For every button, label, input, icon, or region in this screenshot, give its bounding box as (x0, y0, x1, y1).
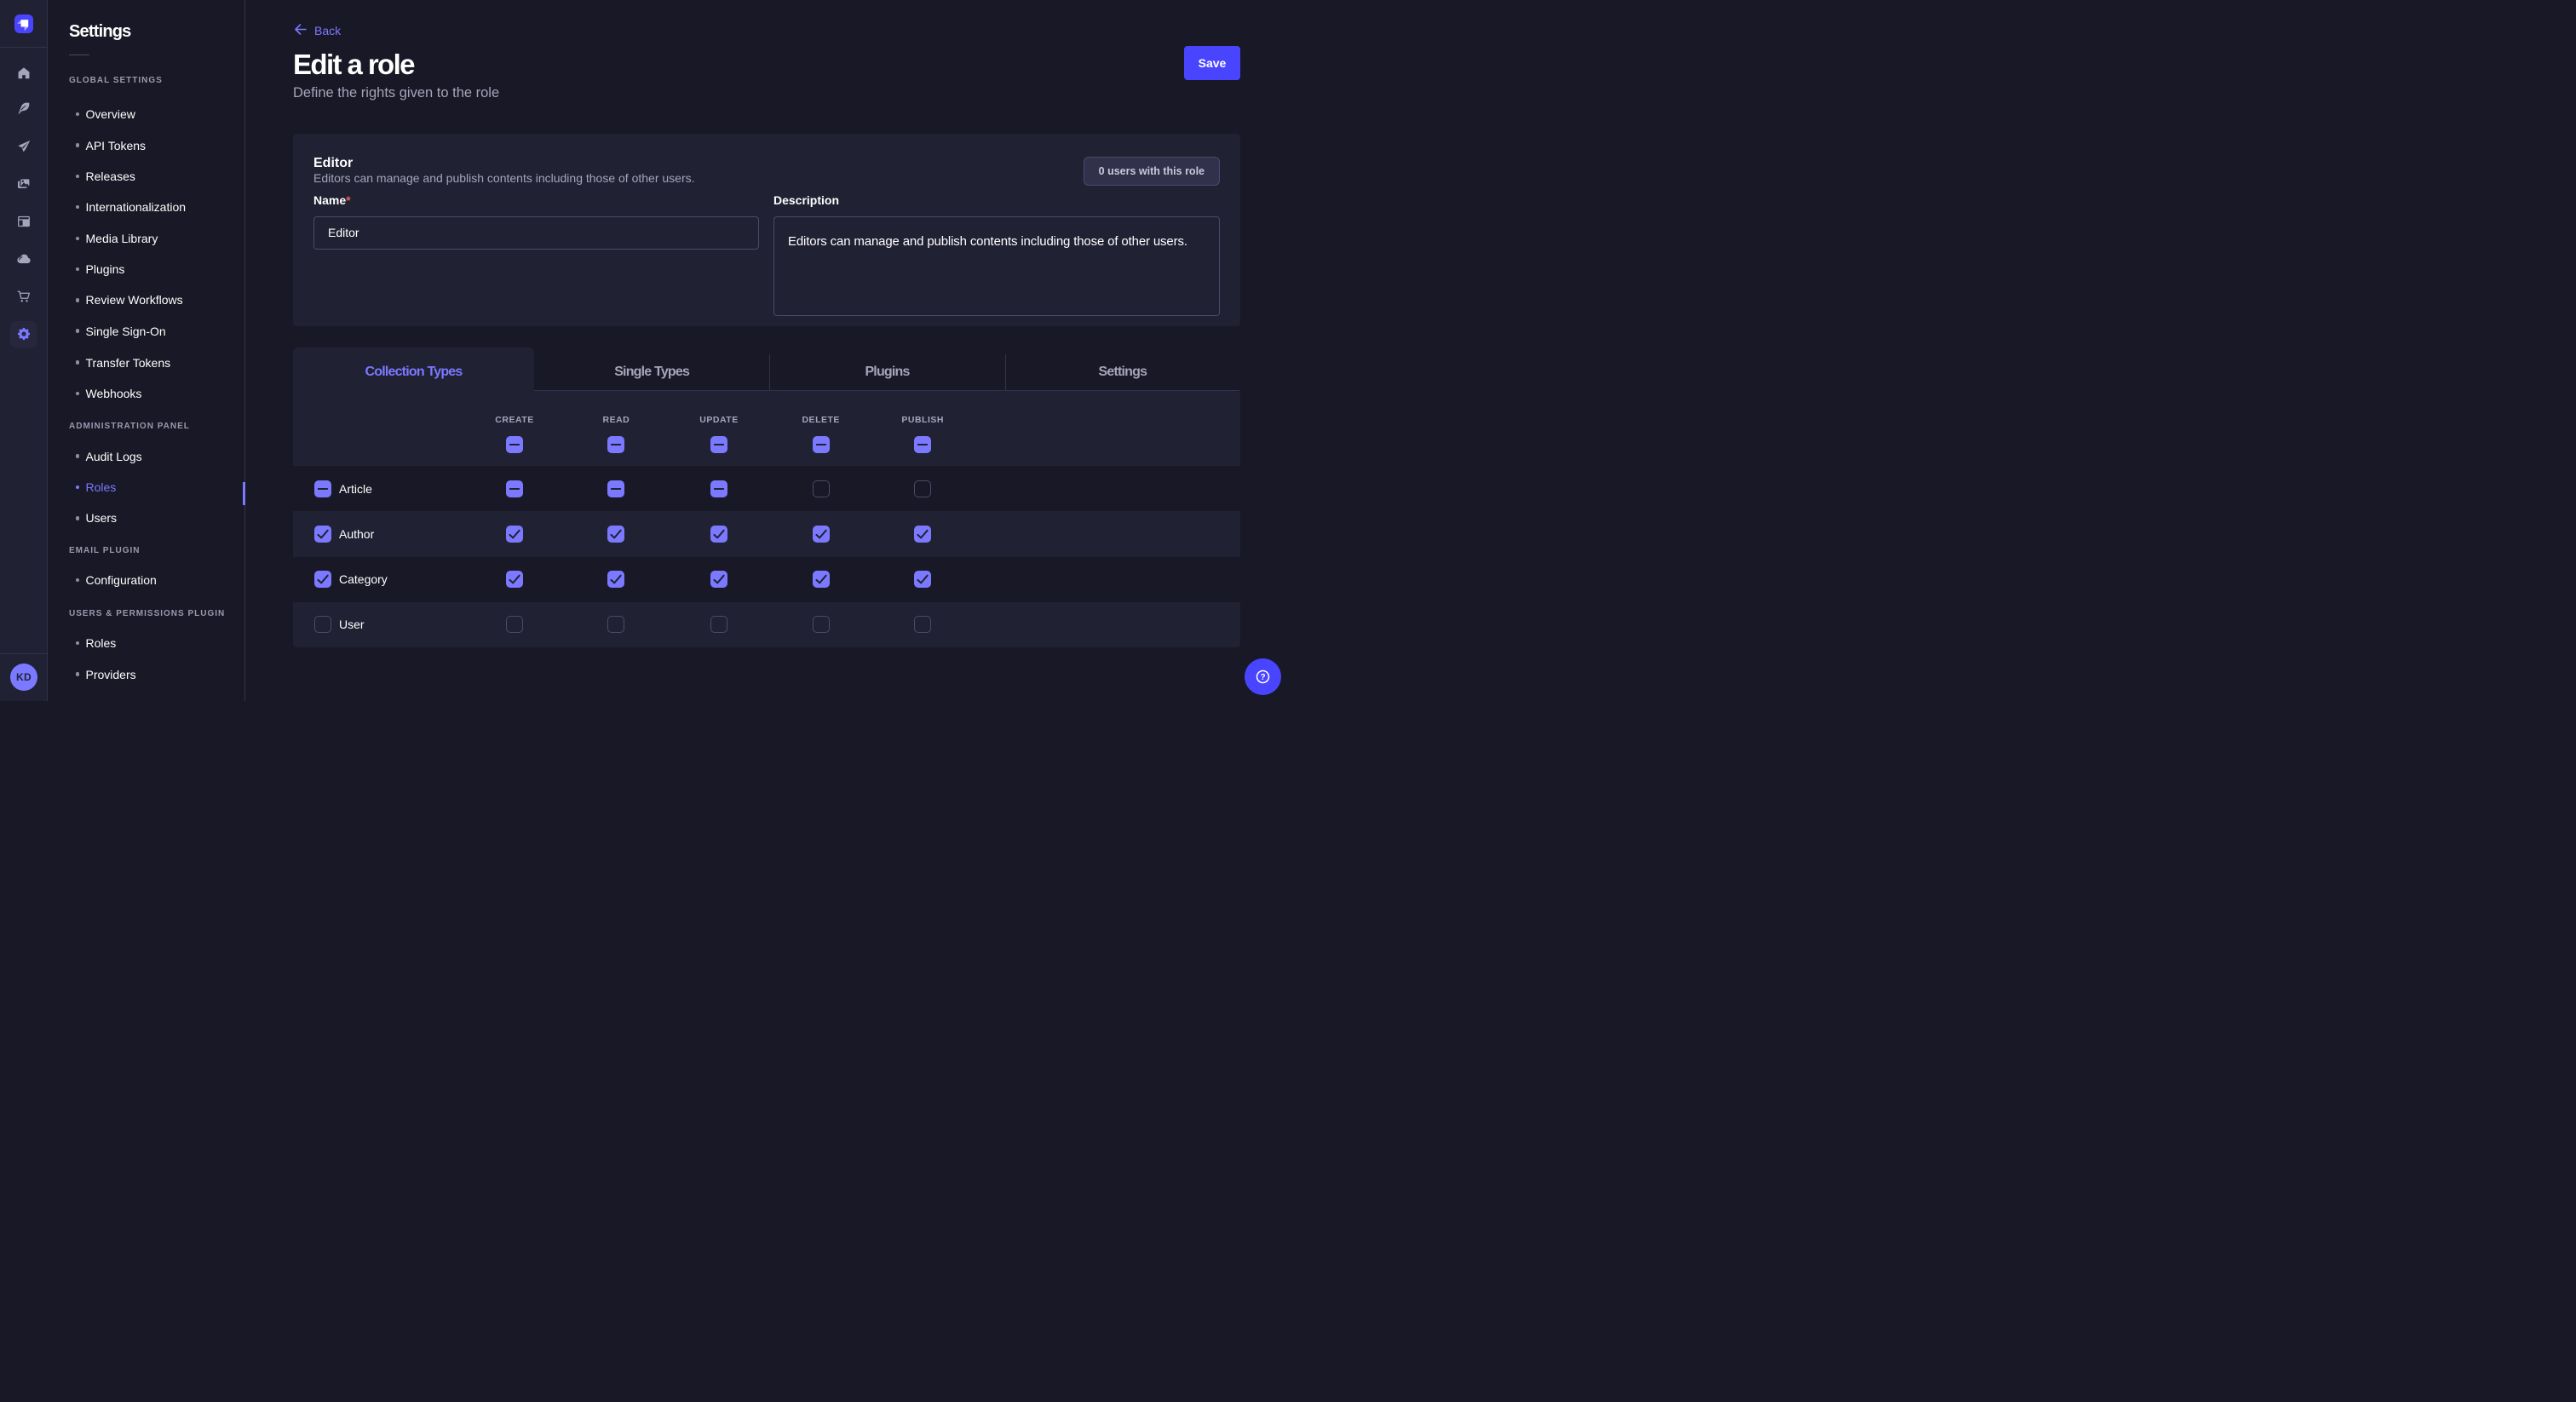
svg-text:?: ? (1260, 673, 1265, 682)
